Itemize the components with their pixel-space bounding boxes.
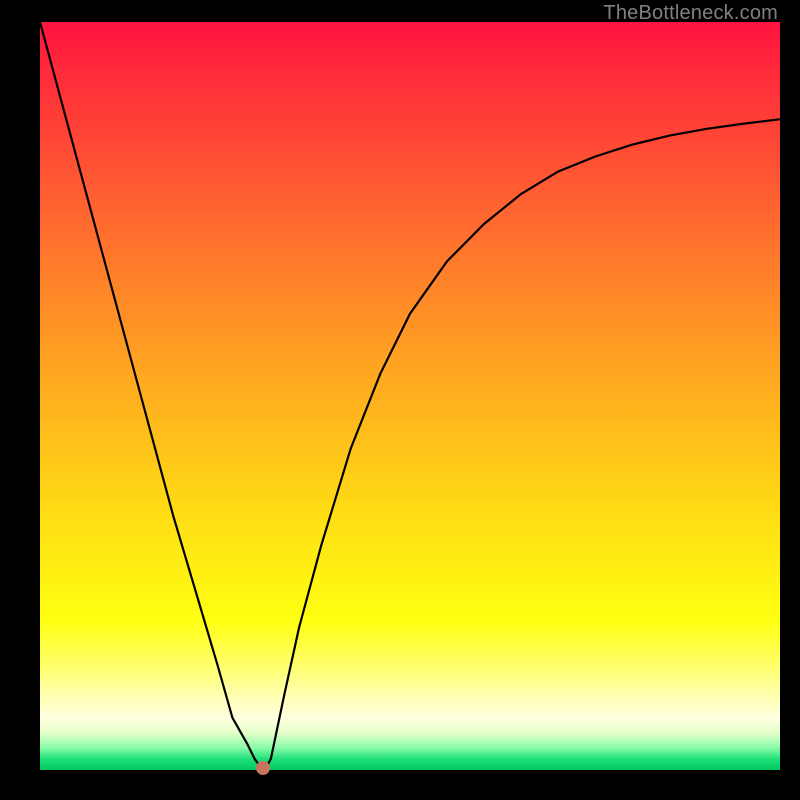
watermark-text: TheBottleneck.com [603, 2, 778, 25]
plot-area [40, 22, 780, 770]
chart-frame: TheBottleneck.com [0, 0, 800, 800]
bottleneck-curve [40, 22, 780, 770]
optimum-marker [256, 761, 270, 775]
